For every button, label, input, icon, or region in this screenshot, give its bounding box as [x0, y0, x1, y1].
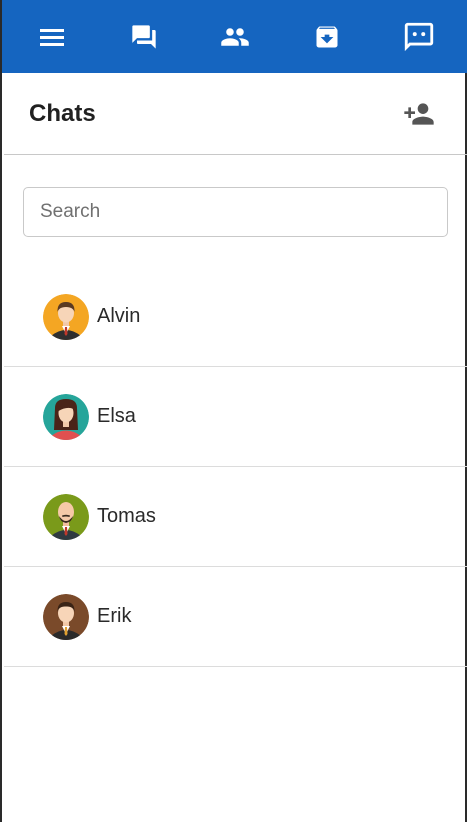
- chats-header: Chats: [4, 73, 467, 155]
- menu-button[interactable]: [26, 11, 78, 63]
- chat-contact-name: Elsa: [97, 405, 136, 427]
- avatar: [43, 393, 89, 440]
- chats-icon: [132, 24, 156, 49]
- avatar: [43, 293, 89, 340]
- avatar: [43, 493, 89, 540]
- chat-list-item[interactable]: Elsa: [4, 367, 467, 467]
- page-title: Chats: [29, 99, 96, 127]
- chats-tab[interactable]: [118, 11, 170, 63]
- search-container: [23, 187, 448, 237]
- new-message-icon: [404, 22, 434, 51]
- chat-list-item[interactable]: Tomas: [4, 467, 467, 567]
- chat-list-item[interactable]: Erik: [4, 567, 467, 667]
- search-input[interactable]: [23, 187, 448, 237]
- avatar: [43, 593, 89, 640]
- chat-list-item[interactable]: Alvin: [4, 267, 467, 367]
- person-add-icon: [404, 102, 434, 125]
- contacts-tab[interactable]: [209, 11, 261, 63]
- archive-icon: [316, 26, 338, 47]
- top-navigation-bar: [2, 0, 467, 73]
- new-message-button[interactable]: [393, 11, 445, 63]
- chat-contact-name: Alvin: [97, 305, 141, 327]
- app-frame: Chats Alvin: [0, 0, 467, 822]
- archive-tab[interactable]: [301, 11, 353, 63]
- chat-contact-name: Erik: [97, 605, 132, 627]
- menu-icon: [39, 28, 64, 46]
- add-contact-button[interactable]: [399, 94, 439, 134]
- chat-list: Alvin Elsa Tomas Erik: [4, 267, 467, 667]
- chat-contact-name: Tomas: [97, 505, 156, 527]
- contacts-icon: [221, 27, 250, 46]
